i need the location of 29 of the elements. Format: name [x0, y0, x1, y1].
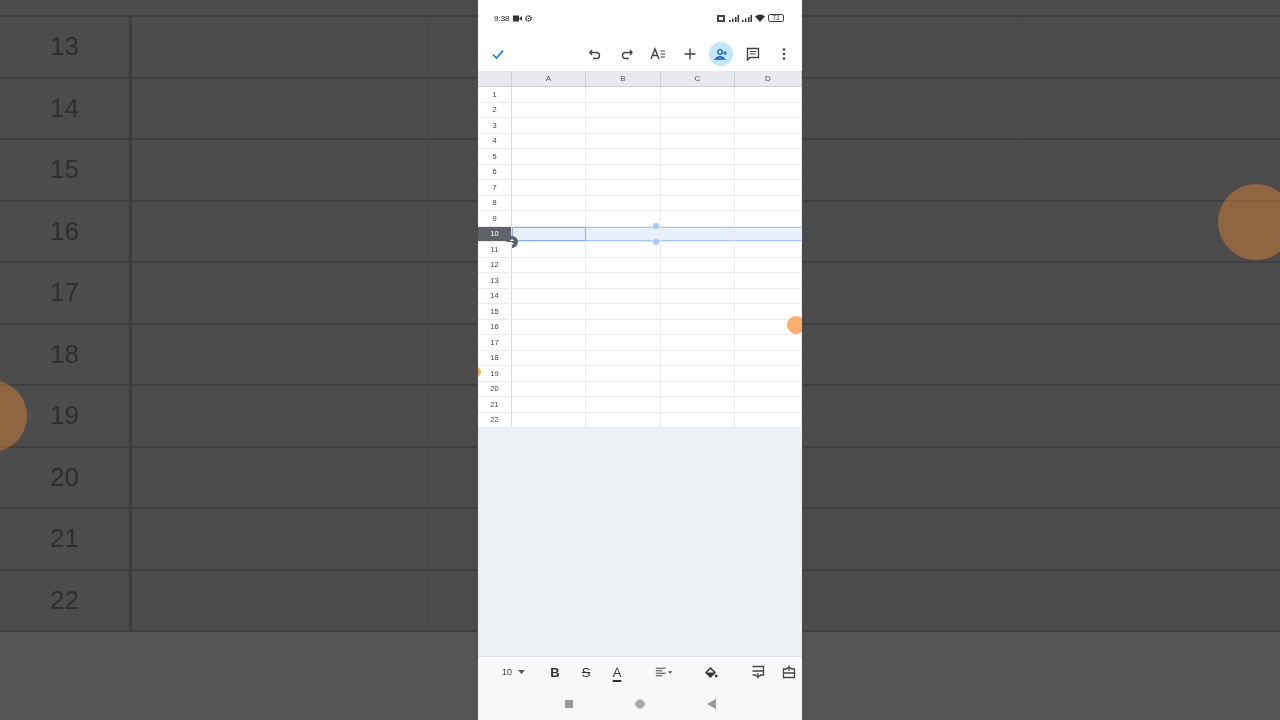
wifi-icon — [755, 14, 766, 22]
comment-icon[interactable] — [745, 46, 760, 61]
status-time: 9:38 — [494, 13, 510, 23]
recent-apps-button[interactable] — [564, 699, 573, 708]
text-format-icon[interactable] — [650, 46, 666, 61]
caret-icon[interactable] — [518, 670, 525, 674]
add-person-icon[interactable] — [714, 46, 728, 61]
back-button[interactable] — [706, 698, 716, 709]
insert-row-above-icon[interactable] — [751, 665, 765, 679]
bold-button[interactable]: B — [543, 661, 567, 683]
text-color-button[interactable]: A — [605, 661, 629, 683]
plus-icon[interactable] — [682, 46, 697, 61]
nfc-icon — [717, 14, 726, 22]
insert-row-below-icon[interactable] — [782, 665, 796, 679]
video-camera-icon — [512, 14, 522, 22]
strikethrough-button[interactable]: S — [574, 661, 598, 683]
signal-icon — [728, 14, 740, 22]
signal-icon — [742, 14, 753, 22]
column-header[interactable]: C — [661, 71, 735, 86]
more-icon[interactable] — [781, 46, 787, 61]
align-left-icon[interactable] — [655, 666, 673, 678]
selection-handle[interactable] — [653, 222, 659, 229]
settings-icon — [524, 14, 532, 22]
column-header[interactable]: B — [586, 71, 661, 86]
paint-bucket-icon[interactable] — [704, 665, 718, 679]
font-size-dropdown[interactable]: 10 — [500, 665, 527, 679]
column-header[interactable]: A — [512, 71, 586, 86]
selection-handle[interactable] — [653, 239, 659, 245]
share-button[interactable] — [709, 41, 733, 66]
